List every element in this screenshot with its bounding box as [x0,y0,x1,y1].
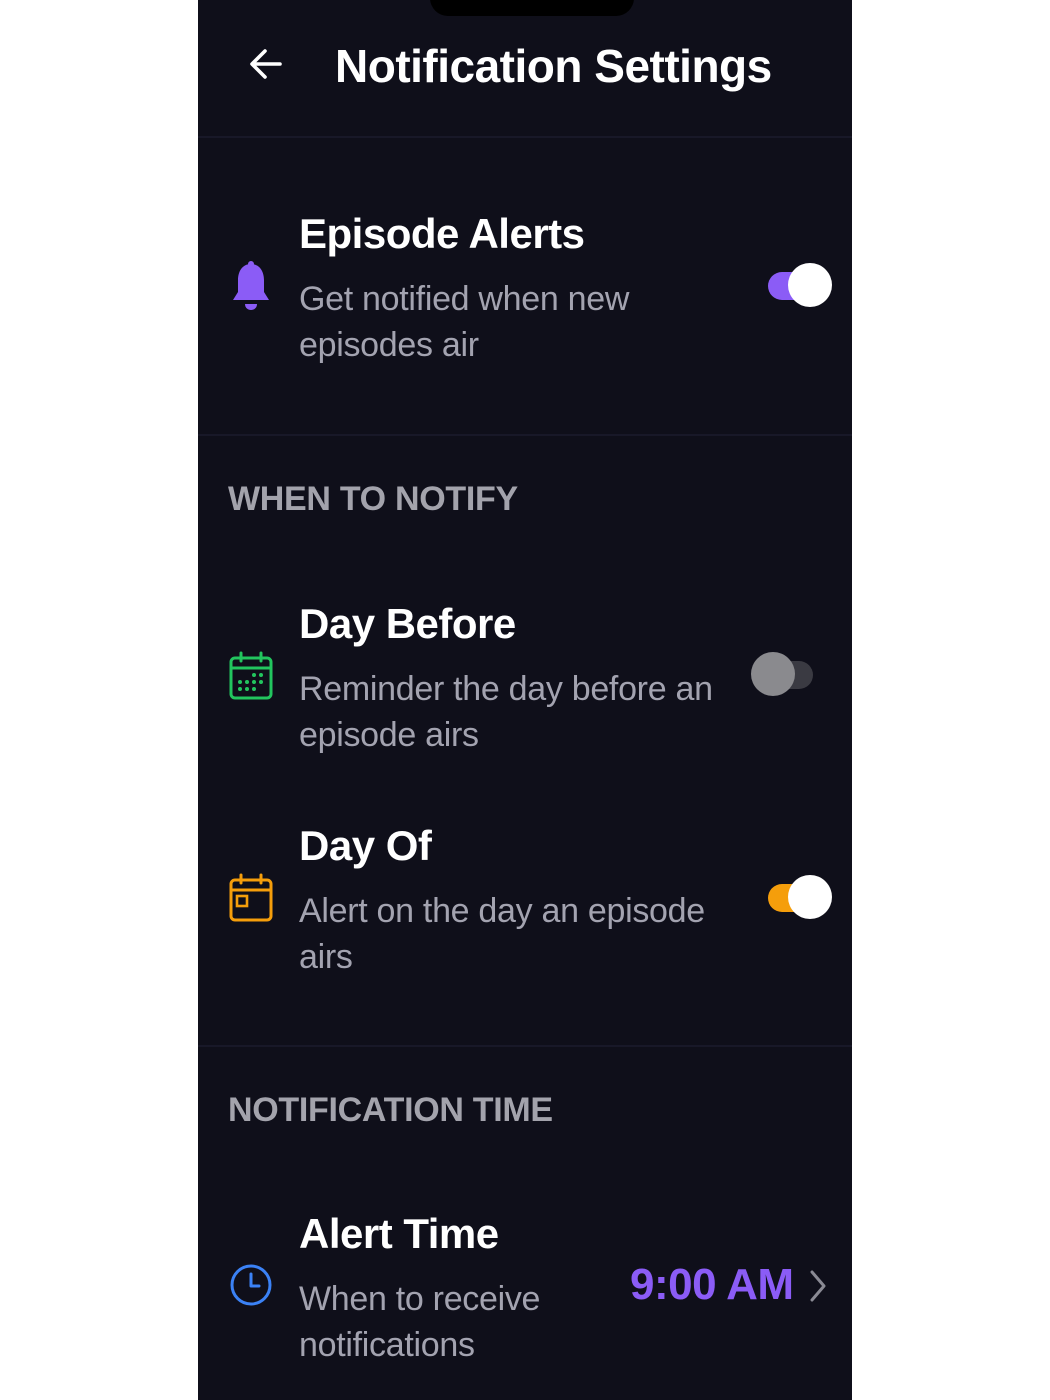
day-of-description: Alert on the day an episode airs [299,892,705,976]
episode-alerts-title: Episode Alerts [299,210,585,257]
alert-time-value[interactable]: 9:00 AM [630,1260,794,1310]
day-before-toggle[interactable] [751,652,817,698]
calendar-icon [228,650,274,702]
notification-time-header: NOTIFICATION TIME [228,1091,553,1129]
toggle-thumb [751,652,795,696]
notification-settings-screen: Notification Settings Episode Alerts Get… [198,0,852,1400]
toggle-thumb [788,875,832,919]
page-title: Notification Settings [335,40,772,92]
when-to-notify-header: WHEN TO NOTIFY [228,480,518,518]
day-before-description: Reminder the day before an episode airs [299,670,713,754]
app-header: Notification Settings [198,0,852,138]
day-of-row[interactable]: Day Of Alert on the day an episode airs [198,812,852,982]
clock-icon [228,1259,274,1311]
day-before-title: Day Before [299,600,516,647]
toggle-thumb [788,263,832,307]
bell-icon [228,260,274,312]
section-divider [198,434,852,436]
section-divider [198,1045,852,1047]
chevron-right-icon [810,1270,826,1302]
back-button[interactable] [238,36,294,92]
arrow-left-icon [250,49,282,79]
alert-time-row[interactable]: Alert Time When to receive notifications… [198,1200,852,1390]
alert-time-title: Alert Time [299,1210,499,1257]
day-before-row[interactable]: Day Before Reminder the day before an ep… [198,590,852,760]
alert-time-description: When to receive notifications [299,1280,541,1364]
episode-alerts-row[interactable]: Episode Alerts Get notified when new epi… [198,138,852,434]
episode-alerts-description: Get notified when new episodes air [299,280,630,364]
day-of-title: Day Of [299,822,432,869]
day-of-toggle[interactable] [766,875,832,921]
episode-alerts-toggle[interactable] [766,263,832,309]
calendar-day-icon [228,872,274,924]
